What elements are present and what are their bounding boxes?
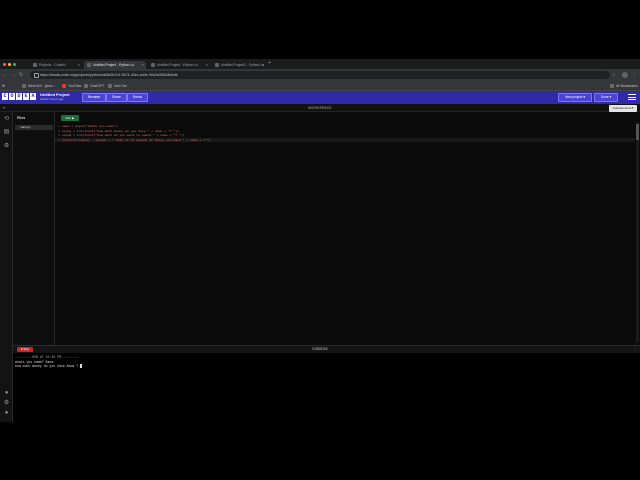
workspace-title: WORKSPACE — [308, 106, 332, 110]
apps-icon[interactable]: ⊞ — [2, 83, 5, 90]
console-title: CONSOLE — [312, 347, 328, 351]
console-menu-icon[interactable]: ⋮ — [633, 346, 637, 351]
history-icon[interactable]: ⟲ — [3, 116, 10, 123]
profile-avatar[interactable] — [622, 72, 628, 78]
tab-favicon-icon — [87, 63, 91, 67]
tooltip: Console and UI — [609, 105, 637, 112]
browser-tab-active[interactable]: Untitled Project - Python Lu × — [84, 61, 146, 69]
bookmark-item[interactable]: Intro Tax — [108, 83, 127, 90]
app-logo[interactable]: C O D E A — [2, 93, 36, 101]
remix-button[interactable]: Remix — [127, 93, 148, 102]
files-title: Files — [17, 116, 26, 120]
console-output[interactable] — [13, 353, 640, 422]
youtube-icon — [62, 84, 66, 89]
bookmark-item[interactable]: YouTube — [62, 83, 81, 90]
code-line[interactable]: 4 print(str(money - spend) + " this is te… — [58, 138, 211, 143]
share-button[interactable]: Share — [106, 93, 127, 102]
chevron-down-icon: ▾ — [583, 95, 585, 99]
text-caret — [80, 364, 83, 368]
browser-tab[interactable]: Projects - CodeAI × — [30, 61, 82, 69]
bookmark-item[interactable]: ChatGPT — [84, 83, 104, 90]
browser-menu-icon[interactable]: ⋮ — [632, 71, 637, 79]
done-button[interactable]: Done ▾ — [594, 93, 618, 102]
new-project-button[interactable]: New project ▾ — [558, 93, 592, 102]
close-tab-icon[interactable]: × — [78, 61, 80, 69]
left-rail — [0, 112, 13, 422]
bookmark-star-icon[interactable]: ☆ — [612, 71, 616, 79]
browser-tab[interactable]: Untitled Project - Python Lu × — [148, 61, 210, 69]
tab-favicon-icon — [215, 63, 219, 67]
back-icon[interactable]: ← — [3, 71, 8, 79]
tab-favicon-icon — [151, 63, 155, 67]
info-icon[interactable]: ● — [3, 410, 10, 417]
hamburger-menu-icon[interactable] — [628, 94, 636, 100]
code-editor[interactable] — [55, 112, 640, 345]
forward-icon[interactable]: → — [11, 71, 16, 79]
project-save-status: Saved 3 hours ago — [40, 97, 64, 101]
run-button[interactable]: Run ▶ — [61, 115, 79, 121]
close-window-icon[interactable] — [3, 63, 6, 66]
close-tab-icon[interactable]: × — [262, 61, 264, 69]
reload-icon[interactable]: ↻ — [19, 71, 23, 79]
close-tab-icon[interactable]: × — [206, 61, 208, 69]
rename-button[interactable]: Rename — [82, 93, 106, 102]
new-tab-button[interactable]: + — [268, 60, 271, 66]
maximize-window-icon[interactable] — [13, 63, 16, 66]
folder-icon — [610, 84, 614, 89]
close-tab-icon[interactable]: × — [142, 61, 144, 69]
chatgpt-icon — [84, 84, 88, 89]
files-icon[interactable]: ▤ — [3, 129, 10, 136]
file-item-main-py[interactable]: main.py — [15, 125, 53, 130]
editor-scrollbar[interactable] — [636, 122, 639, 342]
all-bookmarks[interactable]: All Bookmarks — [610, 83, 638, 90]
tab-favicon-icon — [33, 63, 37, 67]
gear-icon[interactable]: ⚙ — [3, 400, 10, 407]
site-info-icon[interactable] — [34, 73, 39, 78]
help-icon[interactable]: ● — [3, 390, 10, 397]
bookmark-item[interactable]: Meet AIX - gloss... — [22, 83, 56, 90]
settings-icon[interactable]: ⚙ — [3, 143, 10, 150]
browser-tab[interactable]: Untitled Project2 - Python Lu × — [212, 61, 266, 69]
address-bar[interactable]: https://studio.code.org/projects/python/… — [30, 71, 610, 79]
chevron-down-icon: ▾ — [609, 95, 612, 99]
console-input-line[interactable]: how much money do you have Kana ? — [15, 364, 83, 369]
editor-scrollbar-thumb[interactable] — [636, 124, 639, 140]
bookmark-icon — [108, 84, 112, 89]
stop-button[interactable]: ■ Stop — [17, 347, 33, 352]
bookmark-icon — [22, 84, 26, 89]
files-panel — [13, 112, 55, 345]
minimize-window-icon[interactable] — [8, 63, 11, 66]
